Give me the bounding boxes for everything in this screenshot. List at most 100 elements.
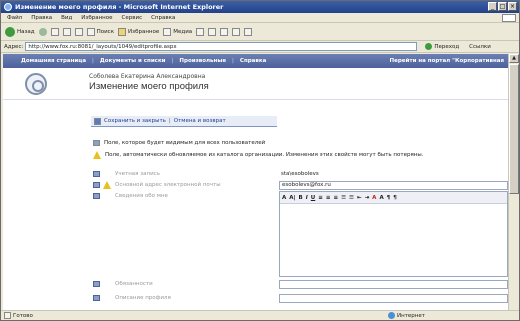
public-field-icon xyxy=(93,295,100,301)
menu-favorites[interactable]: Избранное xyxy=(81,15,112,21)
user-name: Соболева Екатерина Александровна xyxy=(89,73,206,80)
account-row: Учетная запись sta\esobolevs xyxy=(93,170,508,179)
zone-indicator: Интернет xyxy=(388,312,425,319)
nav-documents[interactable]: Документы и списки xyxy=(100,58,166,64)
action-bar: Сохранить и закрыть | Отмена и возврат xyxy=(91,116,277,127)
underline-icon[interactable]: U xyxy=(311,195,315,201)
favorites-icon xyxy=(118,28,127,36)
about-rich-text-editor[interactable]: A A| B I U ≡ ≡ ≡ ☰ ☰ ⇤ ⇥ A A ¶ ¶ xyxy=(279,191,508,277)
refresh-icon[interactable] xyxy=(62,28,71,36)
favorites-button[interactable]: Избранное xyxy=(118,28,159,36)
status-text: Готово xyxy=(13,312,33,319)
nav-home[interactable]: Домашняя страница xyxy=(21,58,86,64)
account-label: Учетная запись xyxy=(115,171,160,177)
internet-zone-icon xyxy=(388,312,395,319)
email-row: Основной адрес электронной почты esobole… xyxy=(93,181,508,190)
scroll-up-button[interactable]: ▲ xyxy=(509,54,519,63)
email-field[interactable]: esobolevs@fox.ru xyxy=(279,181,508,190)
menu-help[interactable]: Справка xyxy=(151,15,175,21)
indent-icon[interactable]: ⇥ xyxy=(365,195,370,201)
favorites-label: Избранное xyxy=(128,29,160,35)
edit-icon[interactable] xyxy=(232,28,241,36)
vertical-scrollbar[interactable]: ▲ xyxy=(508,54,519,310)
media-label: Медиа xyxy=(173,29,193,35)
ie-icon xyxy=(4,3,12,11)
go-arrow-icon xyxy=(425,43,433,50)
menu-tools[interactable]: Сервис xyxy=(122,15,143,21)
home-icon[interactable] xyxy=(74,28,83,36)
font-size-icon[interactable]: A| xyxy=(289,195,295,201)
warning-icon xyxy=(103,181,111,189)
portal-link[interactable]: Перейти на портал "Корпоративная xyxy=(390,58,504,64)
search-button[interactable]: Поиск xyxy=(86,28,115,36)
back-label: Назад xyxy=(17,29,35,35)
menu-view[interactable]: Вид xyxy=(61,15,72,21)
align-center-icon[interactable]: ≡ xyxy=(326,195,331,201)
highlight-icon[interactable]: A xyxy=(379,195,383,201)
media-icon xyxy=(163,28,172,36)
windows-logo-icon xyxy=(502,14,516,22)
nav-help[interactable]: Справка xyxy=(240,58,266,64)
outdent-icon[interactable]: ⇤ xyxy=(357,195,362,201)
zone-text: Интернет xyxy=(397,312,425,319)
public-field-icon xyxy=(93,140,100,146)
close-button[interactable]: × xyxy=(508,2,517,11)
page-icon xyxy=(4,312,11,319)
browser-toolbar: Назад Поиск Избранное Медиа xyxy=(1,24,519,41)
history-icon[interactable] xyxy=(196,28,205,36)
title-bar: Изменение моего профиля - Microsoft Inte… xyxy=(1,1,519,13)
page-content: Домашняя страница | Документы и списки |… xyxy=(3,54,508,310)
address-input[interactable]: http://www.fox.ru:8081/_layouts/1049/edi… xyxy=(25,42,418,51)
menu-edit[interactable]: Правка xyxy=(31,15,52,21)
italic-icon[interactable]: I xyxy=(306,195,308,201)
rtl-icon[interactable]: ¶ xyxy=(393,195,397,201)
responsibilities-label: Обязанности xyxy=(115,281,153,287)
minimize-button[interactable]: _ xyxy=(488,2,497,11)
window-title: Изменение моего профиля - Microsoft Inte… xyxy=(15,3,224,11)
public-note-text: Поле, которое будет видимым для всех пол… xyxy=(104,140,266,146)
ltr-icon[interactable]: ¶ xyxy=(387,195,391,201)
page-header: Соболева Екатерина Александровна Изменен… xyxy=(3,68,508,100)
align-right-icon[interactable]: ≡ xyxy=(333,195,338,201)
save-and-close-button[interactable]: Сохранить и закрыть xyxy=(104,118,166,124)
cancel-button[interactable]: Отмена и возврат xyxy=(174,118,226,124)
public-field-icon xyxy=(93,182,100,188)
nav-custom[interactable]: Произвольные xyxy=(179,58,226,64)
bullet-list-icon[interactable]: ☰ xyxy=(349,195,354,201)
menu-file[interactable]: Файл xyxy=(7,15,22,21)
font-color-icon[interactable]: A xyxy=(282,195,286,201)
search-label: Поиск xyxy=(96,29,115,35)
links-button[interactable]: Ссылки xyxy=(469,44,491,50)
profile-desc-row: Описание профиля xyxy=(93,294,508,303)
save-icon xyxy=(94,117,101,125)
responsibilities-field[interactable] xyxy=(279,280,508,289)
public-note: Поле, которое будет видимым для всех пол… xyxy=(93,140,265,146)
browser-window: Изменение моего профиля - Microsoft Inte… xyxy=(0,0,520,321)
page-title: Изменение моего профиля xyxy=(89,81,209,92)
imported-note: Поле, автоматически обновляемое из катал… xyxy=(93,151,423,159)
profile-desc-label: Описание профиля xyxy=(115,295,171,301)
text-color-icon[interactable]: A xyxy=(372,195,376,201)
about-label: Сведения обо мне xyxy=(115,193,168,199)
site-nav: Домашняя страница | Документы и списки |… xyxy=(3,54,508,68)
go-label: Переход xyxy=(434,43,460,50)
discuss-icon[interactable] xyxy=(244,28,253,36)
back-button[interactable]: Назад xyxy=(5,27,35,37)
maximize-button[interactable]: □ xyxy=(498,2,507,11)
stop-icon[interactable] xyxy=(50,28,59,36)
print-icon[interactable] xyxy=(220,28,229,36)
forward-button[interactable] xyxy=(38,28,47,36)
go-button[interactable]: Переход xyxy=(425,43,459,50)
profile-desc-field[interactable] xyxy=(279,294,508,303)
imported-note-text: Поле, автоматически обновляемое из катал… xyxy=(105,152,424,158)
media-button[interactable]: Медиа xyxy=(163,28,192,36)
bold-icon[interactable]: B xyxy=(299,195,303,201)
align-left-icon[interactable]: ≡ xyxy=(318,195,323,201)
status-bar: Готово Интернет xyxy=(1,310,519,320)
scroll-thumb[interactable] xyxy=(509,64,519,194)
account-value: sta\esobolevs xyxy=(281,171,319,177)
address-label: Адрес: xyxy=(4,43,24,50)
mail-icon[interactable] xyxy=(208,28,217,36)
public-field-icon xyxy=(93,171,100,177)
numbered-list-icon[interactable]: ☰ xyxy=(341,195,346,201)
